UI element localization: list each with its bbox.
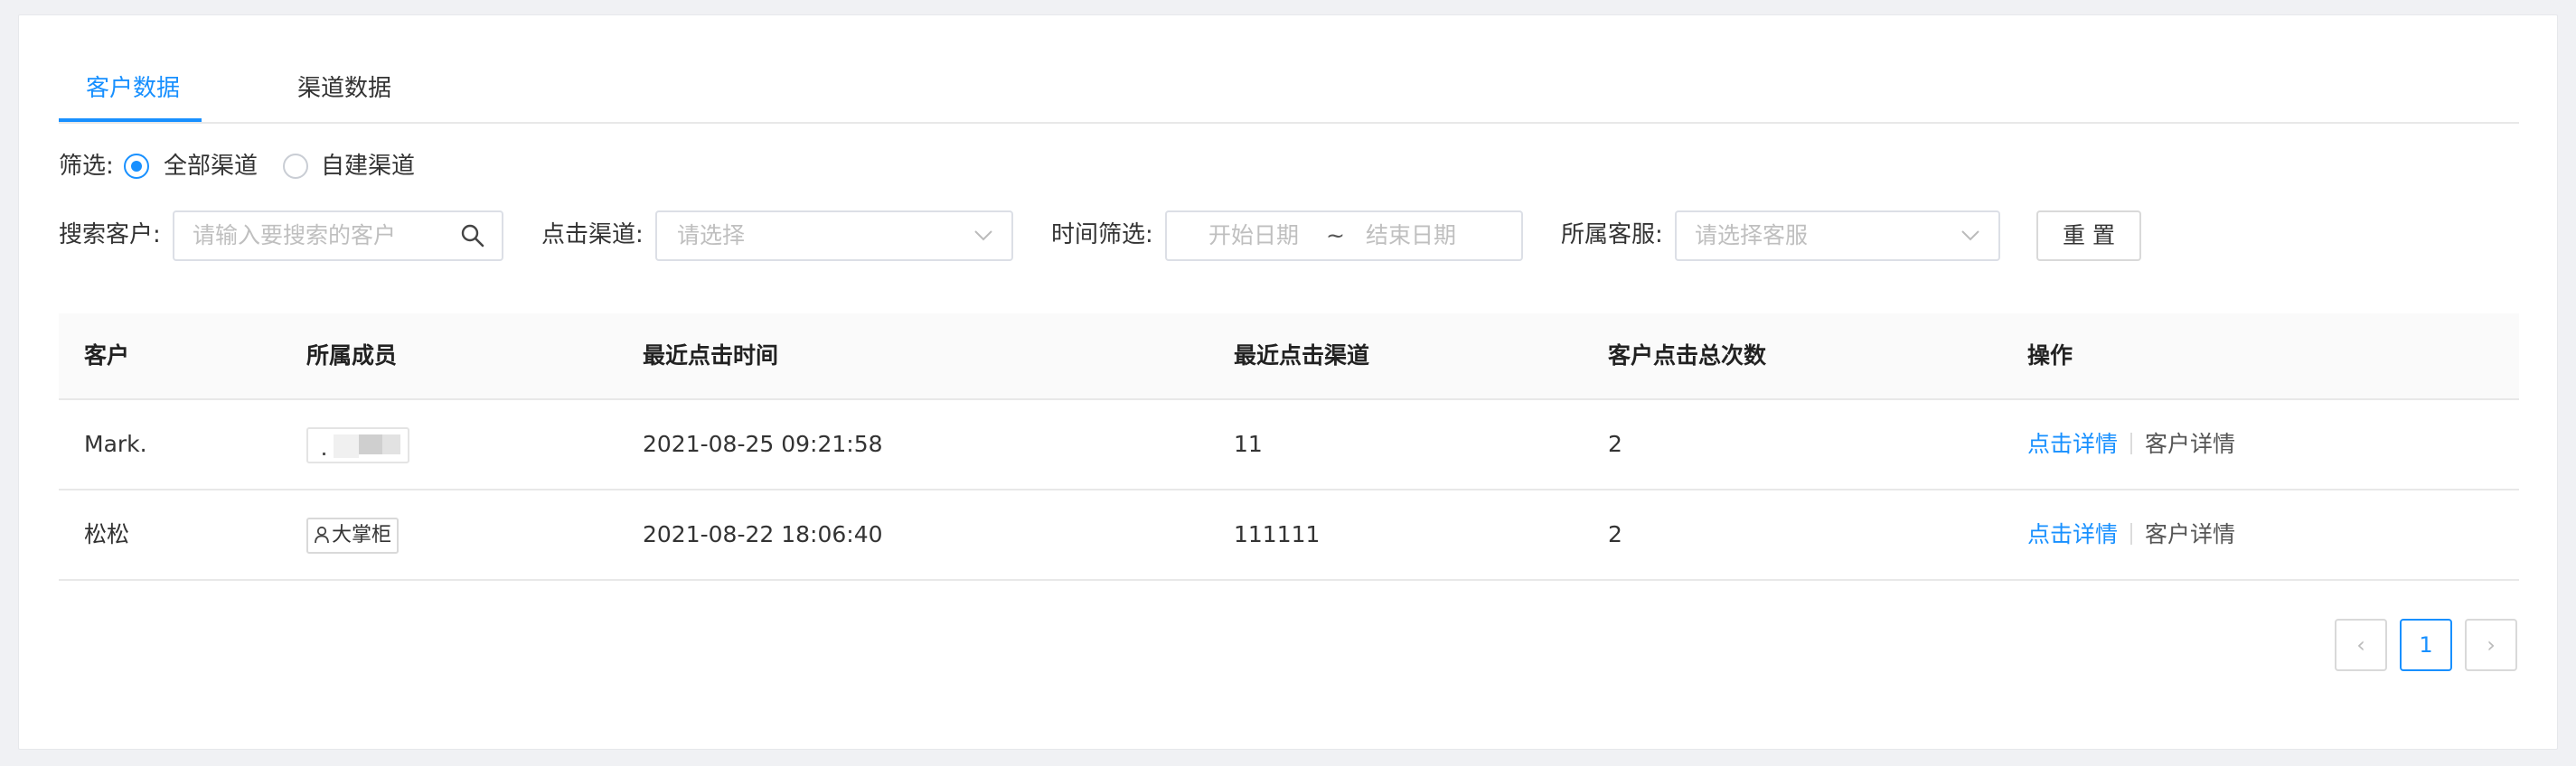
customer-table: 客户 所属成员 最近点击时间 最近点击渠道 客户点击总次数 操作 Mark. 2… — [59, 313, 2519, 581]
tab-customer-data[interactable]: 客户数据 — [86, 73, 180, 104]
chevron-down-icon — [973, 229, 993, 243]
radio-custom-channels[interactable] — [283, 154, 308, 179]
click-detail-link[interactable]: 点击详情 — [2027, 431, 2118, 457]
cell-last-click-channel: 11 — [1234, 431, 1263, 457]
tab-channel-data[interactable]: 渠道数据 — [297, 73, 391, 104]
cell-actions: 点击详情 客户详情 — [2027, 429, 2235, 460]
action-divider — [2130, 433, 2133, 454]
table-header: 客户 所属成员 最近点击时间 最近点击渠道 客户点击总次数 操作 — [59, 313, 2519, 400]
search-icon[interactable] — [460, 223, 485, 248]
header-member: 所属成员 — [306, 342, 398, 369]
header-actions: 操作 — [2027, 342, 2073, 369]
cell-total-clicks: 2 — [1608, 521, 1622, 547]
header-customer: 客户 — [84, 342, 130, 369]
date-range-picker[interactable]: 开始日期 ~ 结束日期 — [1165, 210, 1523, 261]
filter-label: 筛选: — [59, 153, 114, 180]
service-select[interactable]: 请选择客服 — [1675, 210, 2000, 261]
channel-placeholder: 请选择 — [677, 222, 746, 248]
page-button-current[interactable]: 1 — [2400, 619, 2452, 671]
cell-actions: 点击详情 客户详情 — [2027, 519, 2235, 550]
customer-detail-link[interactable]: 客户详情 — [2145, 521, 2235, 547]
table-row: 松松 大掌柜 2021-08-22 18:06:40 111111 2 点击详情… — [59, 490, 2519, 581]
next-page-button[interactable]: › — [2465, 619, 2517, 671]
service-label: 所属客服: — [1561, 221, 1663, 248]
prev-page-button[interactable]: ‹ — [2335, 619, 2387, 671]
active-tab-indicator — [59, 118, 202, 122]
radio-custom-channels-label[interactable]: 自建渠道 — [321, 151, 415, 182]
member-tag — [306, 427, 409, 463]
user-icon — [314, 526, 330, 544]
cell-total-clicks: 2 — [1608, 431, 1622, 457]
date-range-separator: ~ — [1326, 222, 1345, 248]
action-divider — [2130, 523, 2133, 545]
cell-customer: Mark. — [84, 431, 147, 457]
click-channel-label: 点击渠道: — [541, 221, 644, 248]
cell-customer: 松松 — [84, 521, 130, 547]
end-date-placeholder[interactable]: 结束日期 — [1366, 220, 1456, 251]
search-input[interactable]: 请输入要搜索的客户 — [173, 210, 503, 261]
cell-last-click-time: 2021-08-25 09:21:58 — [643, 431, 883, 457]
header-total-clicks: 客户点击总次数 — [1608, 342, 1767, 369]
customer-detail-link[interactable]: 客户详情 — [2145, 431, 2235, 457]
cell-last-click-channel: 111111 — [1234, 521, 1321, 547]
radio-all-channels-label[interactable]: 全部渠道 — [164, 151, 258, 182]
member-name: 大掌柜 — [332, 524, 392, 546]
header-last-click-time: 最近点击时间 — [643, 342, 779, 369]
click-detail-link[interactable]: 点击详情 — [2027, 521, 2118, 547]
reset-button[interactable]: 重置 — [2036, 210, 2141, 261]
table-row: Mark. 2021-08-25 09:21:58 11 2 点击详情 客户详情 — [59, 400, 2519, 490]
chevron-down-icon — [1960, 229, 1980, 243]
time-filter-label: 时间筛选: — [1051, 221, 1153, 248]
tab-bar: 客户数据 渠道数据 — [59, 15, 2519, 124]
radio-all-channels[interactable] — [124, 154, 149, 179]
main-card: 客户数据 渠道数据 筛选: 全部渠道 自建渠道 搜索客户: 请输入要搜索的客户 … — [18, 14, 2558, 750]
start-date-placeholder[interactable]: 开始日期 — [1208, 220, 1299, 251]
member-tag: 大掌柜 — [306, 518, 400, 554]
cell-last-click-time: 2021-08-22 18:06:40 — [643, 521, 883, 547]
channel-select[interactable]: 请选择 — [655, 210, 1013, 261]
header-last-click-channel: 最近点击渠道 — [1234, 342, 1370, 369]
service-placeholder: 请选择客服 — [1695, 222, 1809, 248]
search-placeholder: 请输入要搜索的客户 — [193, 222, 397, 248]
search-customer-label: 搜索客户: — [59, 221, 161, 248]
